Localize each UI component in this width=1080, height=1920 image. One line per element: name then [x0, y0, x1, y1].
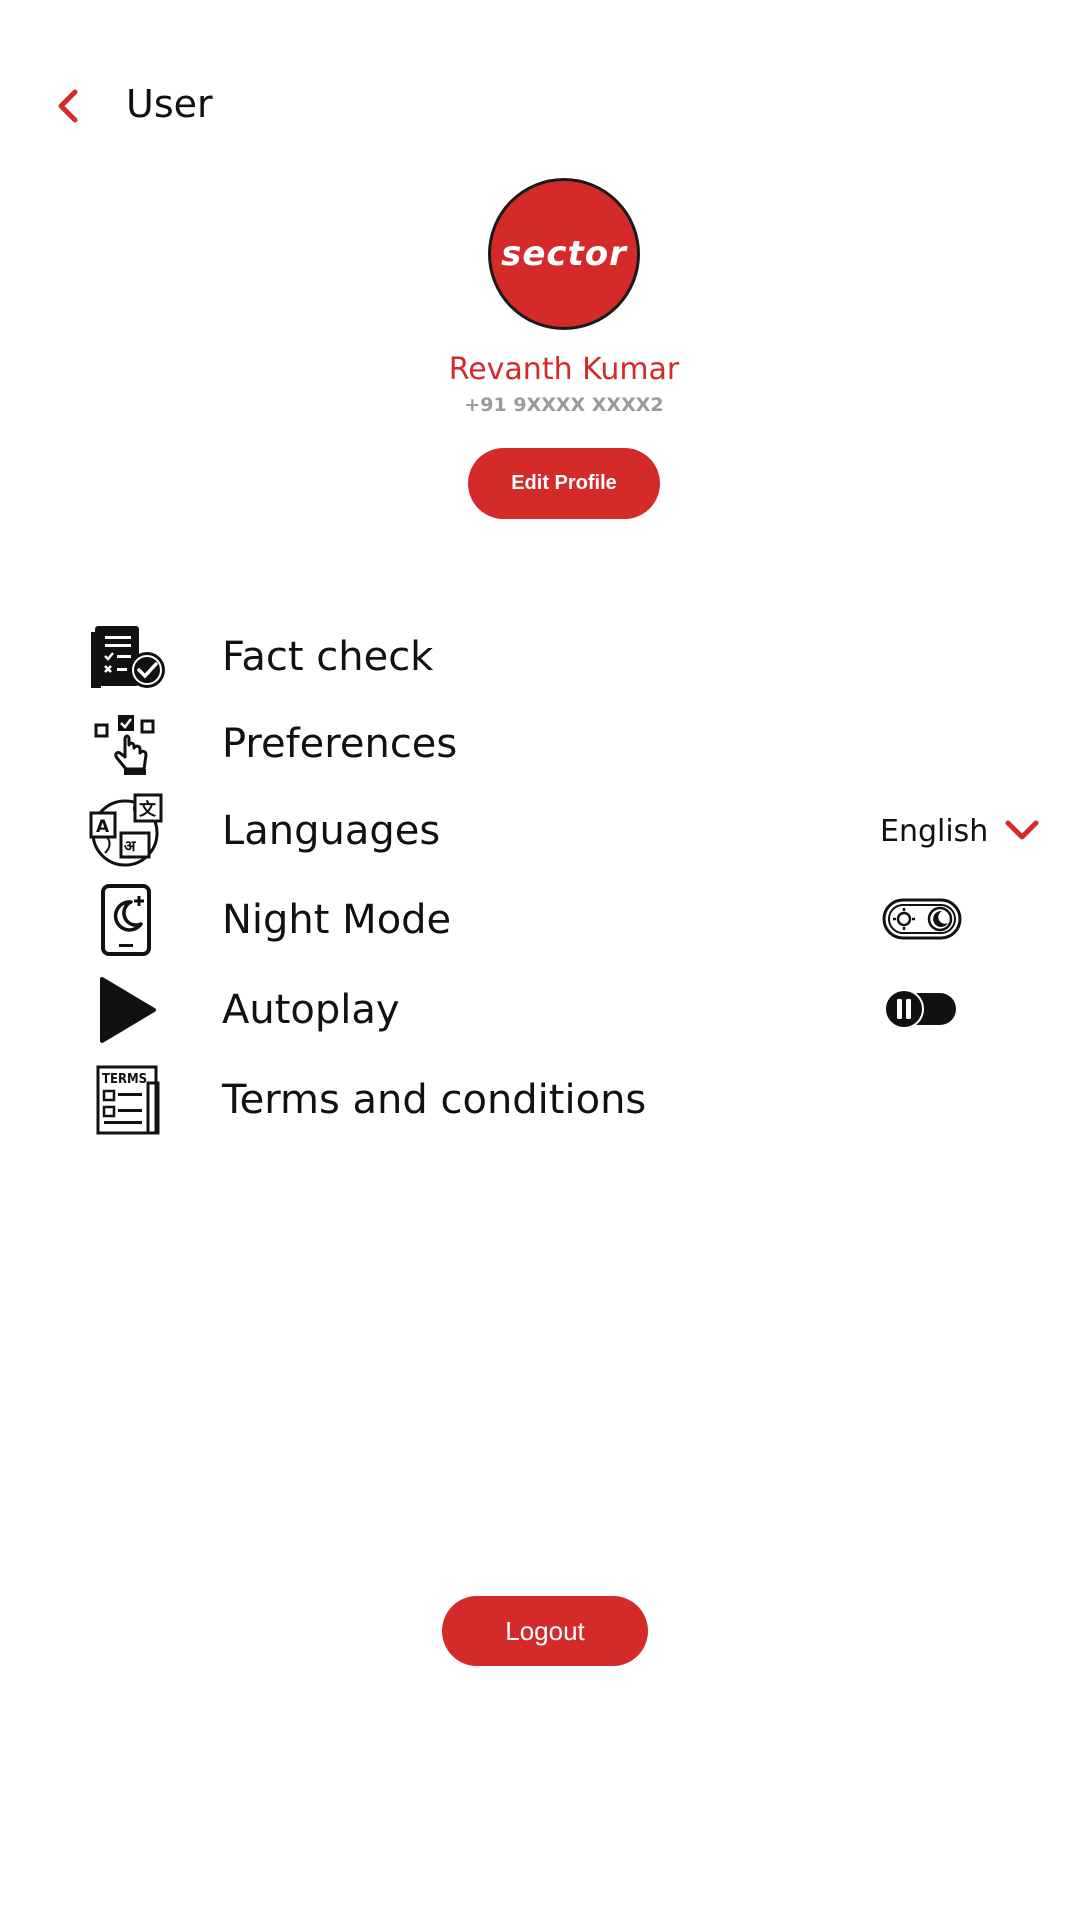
chevron-down-icon [1005, 820, 1039, 840]
svg-text:文: 文 [139, 799, 157, 820]
svg-text:अ: अ [124, 837, 136, 855]
svg-text:A: A [96, 817, 110, 837]
terms-icon: TERMS [80, 1057, 174, 1143]
menu-item-fact-check[interactable]: Fact check [0, 614, 1080, 700]
menu-item-preferences[interactable]: Preferences [0, 701, 1080, 787]
user-phone: +91 9XXXX XXXX2 [464, 394, 664, 416]
avatar-logo: sector [501, 234, 627, 274]
languages-icon: A 文 अ [80, 788, 174, 874]
menu-label-languages: Languages [222, 808, 441, 854]
night-mode-toggle[interactable] [882, 897, 962, 941]
preferences-icon [80, 701, 174, 787]
logout-button[interactable]: Logout [442, 1596, 648, 1666]
autoplay-toggle[interactable] [882, 987, 962, 1031]
menu-label-terms: Terms and conditions [222, 1077, 647, 1123]
menu-label-night-mode: Night Mode [222, 897, 452, 943]
chevron-left-icon [58, 89, 78, 123]
menu-label-preferences: Preferences [222, 721, 458, 767]
language-value: English [880, 813, 989, 849]
fact-check-icon [80, 614, 174, 700]
back-button[interactable] [46, 84, 90, 128]
menu-item-terms[interactable]: TERMS Terms and conditions [0, 1057, 1080, 1143]
terms-icon-text: TERMS [102, 1072, 147, 1087]
app-header: User [0, 0, 1080, 210]
menu-item-languages[interactable]: A 文 अ Languages English [0, 788, 1080, 874]
avatar: sector [488, 178, 640, 330]
user-name: Revanth Kumar [448, 352, 680, 387]
menu-label-fact-check: Fact check [222, 634, 434, 680]
language-dropdown[interactable]: English [880, 800, 1040, 862]
night-mode-icon [80, 877, 174, 963]
edit-profile-button[interactable]: Edit Profile [468, 448, 660, 519]
page-title: User [126, 82, 213, 126]
play-icon [80, 967, 174, 1053]
menu-item-autoplay[interactable]: Autoplay [0, 967, 1080, 1053]
pause-toggle-icon [884, 989, 956, 1029]
menu-item-night-mode[interactable]: Night Mode [0, 877, 1080, 963]
day-night-toggle-icon [882, 898, 962, 940]
menu-label-autoplay: Autoplay [222, 987, 400, 1033]
